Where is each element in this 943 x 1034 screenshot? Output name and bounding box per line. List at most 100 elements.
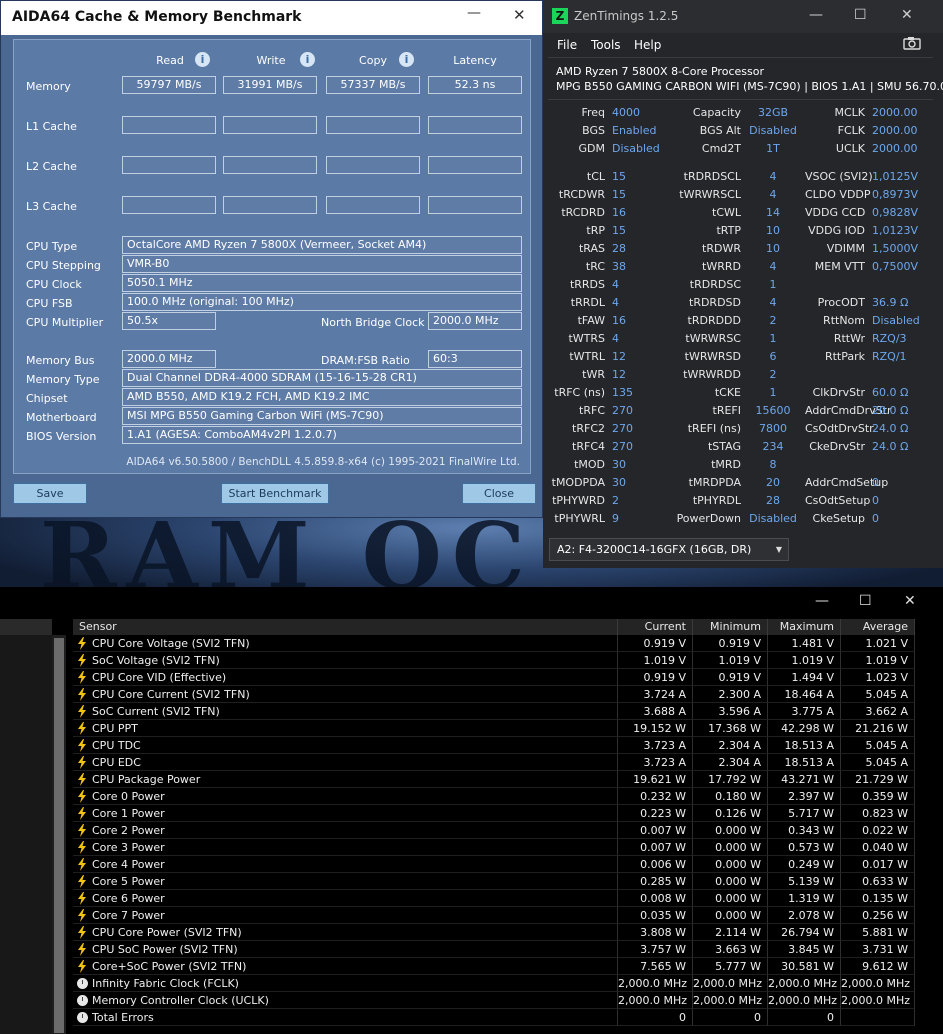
- info-icon[interactable]: i: [399, 52, 414, 67]
- sensor-cur-value: 3.808 W: [618, 924, 693, 941]
- timing-value: 28: [766, 494, 780, 507]
- timing-label: tCKE: [714, 386, 741, 399]
- timing-label: VDDG IOD: [808, 224, 865, 237]
- sensor-row[interactable]: Core 7 Power 0.035 W 0.000 W 2.078 W 0.256 W: [73, 907, 915, 924]
- sensor-row[interactable]: CPU Package Power 19.621 W 17.792 W 43.271 …: [73, 771, 915, 788]
- sensor-max-value: 1.319 W: [768, 890, 841, 907]
- minimize-icon[interactable]: —: [467, 5, 481, 21]
- cpu-type-value: OctalCore AMD Ryzen 7 5800X (Vermeer, So…: [122, 236, 522, 254]
- sensor-max-value: 18.513 A: [768, 737, 841, 754]
- timing-label: AddrCmdSetup: [805, 476, 889, 489]
- menu-file[interactable]: File: [557, 38, 577, 52]
- timing-value: 12: [612, 368, 626, 381]
- timing-label: VSOC (SVI2): [805, 170, 873, 183]
- close-button[interactable]: Close: [462, 483, 536, 504]
- timing-label: tREFI: [712, 404, 741, 417]
- sensor-row[interactable]: Core 0 Power 0.232 W 0.180 W 2.397 W 0.359 W: [73, 788, 915, 805]
- close-icon[interactable]: ✕: [901, 7, 913, 23]
- module-select[interactable]: A2: F4-3200C14-16GFX (16GB, DR) ▼: [549, 538, 789, 561]
- sensor-row[interactable]: Core 4 Power 0.006 W 0.000 W 0.249 W 0.017 W: [73, 856, 915, 873]
- sensor-max-value: 3.845 W: [768, 941, 841, 958]
- info-icon[interactable]: i: [195, 52, 210, 67]
- sensor-max-value: 3.775 A: [768, 703, 841, 720]
- timing-value: 8: [769, 458, 777, 471]
- bench-row-label: Memory: [26, 80, 71, 93]
- sensor-row[interactable]: Core+SoC Power (SVI2 TFN) 7.565 W 5.777 W3…: [73, 958, 915, 975]
- bench-latency-value: [428, 116, 522, 134]
- sensor-row[interactable]: Core 3 Power 0.007 W 0.000 W 0.573 W 0.040 W: [73, 839, 915, 856]
- column-average[interactable]: Average: [841, 619, 915, 635]
- dram-fsb-value: 60:3: [428, 350, 522, 368]
- zentimings-titlebar[interactable]: Z ZenTimings 1.2.5 — ☐ ✕: [543, 0, 943, 33]
- close-icon[interactable]: ✕: [513, 6, 526, 24]
- timing-label: VDIMM: [826, 242, 865, 255]
- sensor-name: SoC Voltage (SVI2 TFN): [73, 652, 618, 669]
- bench-latency-value: [428, 196, 522, 214]
- minimize-icon[interactable]: —: [809, 7, 823, 23]
- scrollbar-thumb[interactable]: [54, 638, 64, 1033]
- sensor-min-value: 2.304 A: [693, 737, 768, 754]
- sensor-row[interactable]: CPU Core Voltage (SVI2 TFN) 0.919 V 0.919 …: [73, 635, 915, 652]
- timing-value: 15: [612, 170, 626, 183]
- screenshot-camera-icon[interactable]: [903, 36, 921, 50]
- close-icon[interactable]: ✕: [904, 593, 916, 609]
- zentimings-title: ZenTimings 1.2.5: [574, 9, 679, 23]
- timing-label: tWRRD: [702, 260, 741, 273]
- column-sensor[interactable]: Sensor: [73, 619, 618, 635]
- column-current[interactable]: Current: [618, 619, 693, 635]
- timing-value: 7800: [759, 422, 787, 435]
- sensor-row[interactable]: CPU Core Current (SVI2 TFN) 3.724 A 2.300 …: [73, 686, 915, 703]
- column-minimum[interactable]: Minimum: [693, 619, 768, 635]
- maximize-icon[interactable]: ☐: [854, 7, 867, 23]
- sensor-row[interactable]: CPU TDC 3.723 A 2.304 A 18.513 A 5.045 A: [73, 737, 915, 754]
- sensor-row[interactable]: CPU PPT 19.152 W 17.368 W 42.298 W 21.216 W: [73, 720, 915, 737]
- lightning-bolt-icon: [78, 773, 86, 786]
- timing-value: Disabled: [749, 124, 797, 137]
- sensor-row[interactable]: CPU SoC Power (SVI2 TFN) 3.757 W 3.663 W 3.…: [73, 941, 915, 958]
- timing-label: tFAW: [577, 314, 605, 327]
- start-benchmark-button[interactable]: Start Benchmark: [221, 483, 329, 504]
- timing-value: Disabled: [612, 142, 660, 155]
- sensor-row[interactable]: SoC Current (SVI2 TFN) 3.688 A 3.596 A 3.77…: [73, 703, 915, 720]
- sensor-row[interactable]: Memory Controller Clock (UCLK) 2,000.0 MH…: [73, 992, 915, 1009]
- column-maximum[interactable]: Maximum: [768, 619, 841, 635]
- sensor-row[interactable]: Core 1 Power 0.223 W 0.126 W 5.717 W 0.823 W: [73, 805, 915, 822]
- minimize-icon[interactable]: —: [815, 593, 829, 609]
- vertical-scrollbar[interactable]: [52, 635, 66, 1034]
- sensor-name: Core+SoC Power (SVI2 TFN): [73, 958, 618, 975]
- sensor-name: CPU Core Power (SVI2 TFN): [73, 924, 618, 941]
- sensor-avg-value: 5.045 A: [841, 686, 915, 703]
- sensor-name-text: Core 5 Power: [92, 875, 165, 888]
- timing-label: tRDRDSCL: [683, 170, 741, 183]
- sensor-avg-value: 5.881 W: [841, 924, 915, 941]
- sensor-row[interactable]: SoC Voltage (SVI2 TFN) 1.019 V 1.019 V 1.01…: [73, 652, 915, 669]
- sensor-row[interactable]: Total Errors 0 0 0: [73, 1009, 915, 1026]
- info-icon[interactable]: i: [300, 52, 315, 67]
- sensor-row[interactable]: CPU Core Power (SVI2 TFN) 3.808 W 2.114 W2…: [73, 924, 915, 941]
- sensor-row[interactable]: CPU EDC 3.723 A 2.304 A 18.513 A 5.045 A: [73, 754, 915, 771]
- sensor-row[interactable]: Infinity Fabric Clock (FCLK) 2,000.0 MHz 2…: [73, 975, 915, 992]
- sensor-row[interactable]: Core 5 Power 0.285 W 0.000 W 5.139 W 0.633 W: [73, 873, 915, 890]
- sensor-name: Core 2 Power: [73, 822, 618, 839]
- timing-label: tWTRL: [569, 350, 605, 363]
- sensor-avg-value: 0.633 W: [841, 873, 915, 890]
- menu-help[interactable]: Help: [634, 38, 661, 52]
- sensor-max-value: 42.298 W: [768, 720, 841, 737]
- bench-read-value: [122, 196, 216, 214]
- timing-label: tRDWR: [702, 242, 741, 255]
- aida64-titlebar[interactable]: AIDA64 Cache & Memory Benchmark — ✕: [1, 1, 542, 35]
- sensor-row[interactable]: Core 6 Power 0.008 W 0.000 W 1.319 W 0.135 W: [73, 890, 915, 907]
- menu-tools[interactable]: Tools: [591, 38, 621, 52]
- sensor-cur-value: 0.919 V: [618, 635, 693, 652]
- sensor-row[interactable]: CPU Core VID (Effective) 0.919 V 0.919 V 1.…: [73, 669, 915, 686]
- maximize-icon[interactable]: ☐: [859, 593, 872, 609]
- hwinfo-titlebar[interactable]: — ☐ ✕: [0, 587, 943, 617]
- sensor-min-value: 0.000 W: [693, 873, 768, 890]
- lightning-bolt-icon: [78, 960, 86, 973]
- sensor-row[interactable]: Core 2 Power 0.007 W 0.000 W 0.343 W 0.022 W: [73, 822, 915, 839]
- timing-value: 24.0 Ω: [872, 440, 909, 453]
- timing-label: Freq: [581, 106, 605, 119]
- save-button[interactable]: Save: [13, 483, 87, 504]
- timing-value: 15600: [755, 404, 791, 417]
- sensor-min-value: 0.126 W: [693, 805, 768, 822]
